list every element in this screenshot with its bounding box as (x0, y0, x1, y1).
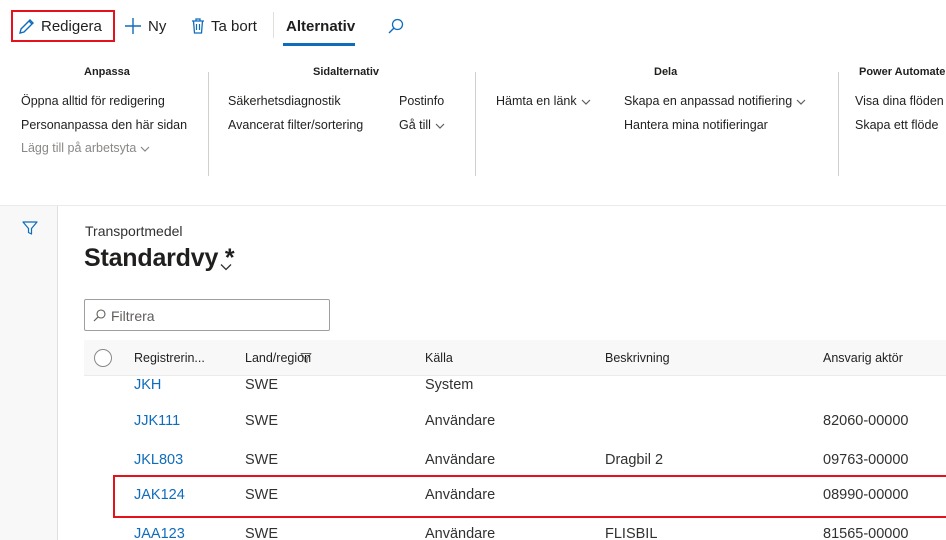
create-flow-button[interactable]: Skapa ett flöde (855, 118, 938, 132)
filter-placeholder: Filtrera (111, 308, 155, 324)
toolbar-divider (273, 12, 274, 38)
group-title-customize: Anpassa (84, 66, 130, 78)
pencil-icon (17, 16, 37, 36)
column-header-source[interactable]: Källa (425, 351, 453, 365)
new-button[interactable]: Ny (124, 10, 166, 42)
custom-notification-button[interactable]: Skapa en anpassad notifiering (624, 94, 806, 109)
get-link-button[interactable]: Hämta en länk (496, 94, 591, 109)
delete-button[interactable]: Ta bort (190, 10, 257, 42)
active-tab-indicator (283, 43, 355, 46)
chevron-down-icon[interactable] (220, 258, 232, 276)
group-title-share: Dela (654, 66, 678, 78)
edit-button[interactable]: Redigera (11, 10, 115, 42)
ribbon-divider (208, 72, 209, 176)
search-button[interactable] (387, 10, 405, 42)
filter-pane-rail (0, 206, 58, 540)
ribbon-divider (838, 72, 839, 176)
country-cell: SWE (245, 526, 279, 540)
country-cell: SWE (245, 413, 279, 429)
go-to-button[interactable]: Gå till (399, 118, 445, 133)
registration-link[interactable]: JKH (134, 377, 161, 393)
description-cell: FLISBIL (605, 526, 658, 540)
group-title-page-options: Sidalternativ (313, 66, 380, 78)
actor-cell: 81565-00000 (823, 526, 909, 540)
country-cell: SWE (245, 487, 279, 503)
list-page: Transportmedel Standardvy * Filtrera Reg… (0, 206, 946, 540)
table-row[interactable]: JAA123 SWE Användare FLISBIL 81565-00000 (84, 517, 946, 540)
app-window: Redigera Ny Ta bort Alternativ Anpassa Ö… (0, 0, 946, 540)
ribbon-divider (475, 72, 476, 176)
tab-options[interactable]: Alternativ (286, 10, 355, 42)
custom-notification-label: Skapa en anpassad notifiering (624, 94, 793, 108)
manage-notifications-button[interactable]: Hantera mina notifieringar (624, 118, 768, 132)
source-cell: System (425, 377, 474, 393)
chevron-down-icon (435, 119, 445, 133)
personalize-page-button[interactable]: Personanpassa den här sidan (21, 118, 187, 132)
source-cell: Användare (425, 452, 496, 468)
group-title-power-automate: Power Automate (859, 66, 946, 78)
column-header-registration[interactable]: Registrerin... (134, 351, 205, 365)
plus-icon (124, 17, 142, 35)
security-diagnostics-button[interactable]: Säkerhetsdiagnostik (228, 94, 341, 108)
registration-link[interactable]: JJK111 (134, 413, 180, 429)
advanced-filter-button[interactable]: Avancerat filter/sortering (228, 118, 363, 132)
add-to-workspace-button[interactable]: Lägg till på arbetsyta (21, 141, 150, 156)
select-all-checkbox[interactable] (94, 349, 112, 367)
trash-icon (190, 17, 206, 35)
get-link-label: Hämta en länk (496, 94, 577, 108)
view-flows-button[interactable]: Visa dina flöden (855, 94, 944, 108)
go-to-label: Gå till (399, 118, 431, 132)
country-cell: SWE (245, 452, 279, 468)
new-button-label: Ny (148, 17, 167, 35)
registration-link[interactable]: JAK124 (134, 487, 185, 503)
funnel-icon[interactable] (22, 220, 38, 241)
table-row-selected[interactable]: JAK124 SWE Användare 08990-00000 (84, 478, 946, 514)
registration-link[interactable]: JAA123 (134, 526, 185, 540)
column-header-description[interactable]: Beskrivning (605, 351, 670, 365)
record-info-button[interactable]: Postinfo (399, 94, 444, 108)
tab-options-label: Alternativ (286, 17, 356, 35)
chevron-down-icon (796, 95, 806, 109)
view-selector[interactable]: Standardvy * (84, 244, 235, 273)
ribbon-panel: Anpassa Öppna alltid för redigering Pers… (0, 50, 946, 206)
table-row[interactable]: JKL803 SWE Användare Dragbil 2 09763-000… (84, 443, 946, 479)
registration-link[interactable]: JKL803 (134, 452, 183, 468)
source-cell: Användare (425, 526, 496, 540)
search-icon (387, 17, 405, 35)
chevron-down-icon (140, 142, 150, 156)
actor-cell: 82060-00000 (823, 413, 909, 429)
actor-cell: 09763-00000 (823, 452, 909, 468)
search-icon (93, 309, 106, 327)
description-cell: Dragbil 2 (605, 452, 664, 468)
source-cell: Användare (425, 413, 496, 429)
column-header-responsible-actor[interactable]: Ansvarig aktör (823, 351, 903, 365)
page-caption: Transportmedel (85, 223, 183, 239)
country-cell: SWE (245, 377, 279, 393)
delete-button-label: Ta bort (211, 17, 257, 35)
source-cell: Användare (425, 487, 496, 503)
edit-button-label: Redigera (41, 17, 102, 35)
filter-input[interactable]: Filtrera (84, 299, 330, 331)
actor-cell: 08990-00000 (823, 487, 909, 503)
table-row[interactable]: JKH SWE System (84, 368, 946, 404)
chevron-down-icon (581, 95, 591, 109)
column-header-country[interactable]: Land/region (245, 351, 311, 365)
command-bar: Redigera Ny Ta bort Alternativ (0, 0, 946, 50)
add-to-workspace-label: Lägg till på arbetsyta (21, 141, 137, 155)
table-row[interactable]: JJK111 SWE Användare 82060-00000 (84, 404, 946, 440)
always-open-edit-button[interactable]: Öppna alltid för redigering (21, 94, 165, 108)
